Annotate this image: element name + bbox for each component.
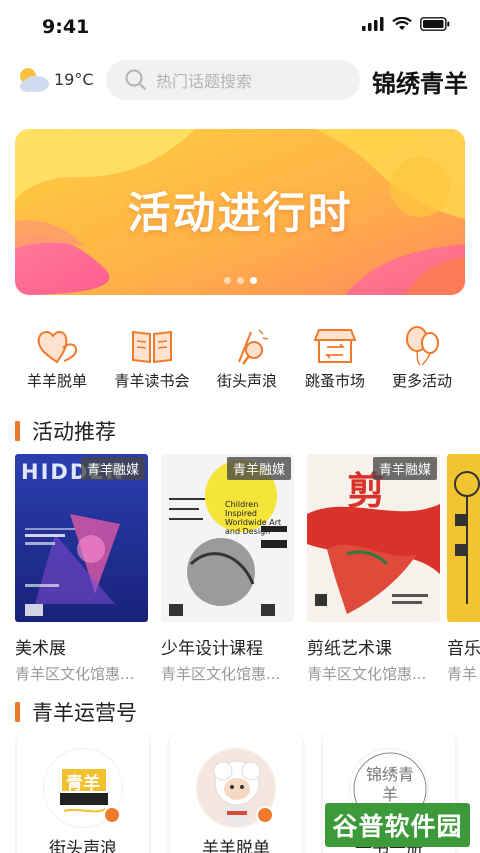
operator-name: 羊羊脱单 [202,839,270,853]
status-icons [362,17,450,31]
partly-cloudy-icon [20,68,49,92]
nav-item-dating[interactable]: 羊羊脱单 [12,326,102,391]
section-title: 活动推荐 [32,420,116,444]
activity-title: 音乐 [447,639,480,659]
banner-pagination [15,277,465,284]
source-tag: 青羊融媒 [80,457,145,480]
temperature: 19°C [54,69,94,89]
activity-title: 少年设计课程 [161,639,263,659]
pagination-dot[interactable] [223,277,231,284]
quick-nav: 羊羊脱单 青羊读书会 街头声浪 跳蚤市场 更多活动 [0,326,480,398]
activity-card[interactable]: 音乐 青羊 [447,454,480,684]
balloons-icon [406,326,439,366]
verified-badge [256,806,274,824]
nav-label: 羊羊脱单 [26,372,87,390]
activity-poster: Children Inspired Worldwide Art and Desi… [161,454,294,622]
nav-item-more[interactable]: 更多活动 [377,326,467,391]
microphone-icon [238,329,269,365]
poster-text: Children Inspired Worldwide Art and Desi… [225,500,282,536]
pagination-dot[interactable] [236,277,244,284]
avatar-text: 锦绣青羊 [365,765,414,804]
signal-icon [362,17,384,31]
avatar-text: 青羊 [66,774,100,794]
pagination-dot-active[interactable] [249,277,257,284]
activity-subtitle: 青羊区文化馆惠... [307,665,427,683]
watermark-logo: 谷普软件园 [325,803,470,847]
activity-subtitle: 青羊区文化馆惠... [161,665,281,683]
operator-name: 街头声浪 [49,839,117,853]
activity-subtitle: 青羊区文化馆惠... [15,665,135,683]
battery-icon [420,17,450,31]
status-time: 9:41 [42,16,90,38]
operator-card[interactable]: 青羊 街头声浪 [17,734,149,853]
weather-widget[interactable]: 19°C [14,64,94,94]
search-input[interactable]: 热门话题搜索 [106,60,360,100]
market-icon [313,329,357,363]
section-accent-bar [15,421,20,441]
activity-subtitle: 青羊 [447,665,478,683]
nav-item-bookclub[interactable]: 青羊读书会 [107,326,197,391]
operator-card[interactable]: 羊羊脱单 [170,734,302,853]
search-placeholder: 热门话题搜索 [156,72,253,91]
nav-item-street[interactable]: 街头声浪 [202,326,292,391]
activity-poster [447,454,480,622]
section-header-activities: 活动推荐 [15,416,116,446]
activity-poster: HIDDEN 青羊融媒 [15,454,148,622]
activity-title: 剪纸艺术课 [307,639,392,659]
section-accent-bar [15,702,20,722]
nav-label: 更多活动 [391,372,452,390]
banner-title: 活动进行时 [127,189,353,239]
activity-poster: 剪 青羊融媒 [307,454,440,622]
watermark-text: 谷普软件园 [332,812,463,841]
activity-card[interactable]: HIDDEN 青羊融媒 美术展 青羊区文化馆惠... [15,454,148,684]
source-tag: 青羊融媒 [372,457,437,480]
header: 19°C 热门话题搜索 锦绣青羊 [0,58,480,104]
poster-music [447,454,480,622]
verified-badge [103,806,121,824]
nav-label: 街头声浪 [216,372,277,390]
activity-banner[interactable]: 活动进行时 [15,129,465,295]
section-title: 青羊运营号 [32,701,137,725]
section-header-operators: 青羊运营号 [15,697,137,727]
nav-label: 跳蚤市场 [304,372,365,390]
status-bar: 9:41 [0,0,480,54]
hearts-icon [37,331,78,364]
activity-card[interactable]: Children Inspired Worldwide Art and Desi… [161,454,294,684]
brand-logo: 锦绣青羊 [372,69,468,98]
wifi-icon [392,17,412,30]
nav-label: 青羊读书会 [114,372,190,390]
search-icon [125,69,146,90]
source-tag: 青羊融媒 [226,457,291,480]
activity-card[interactable]: 剪 青羊融媒 剪纸艺术课 青羊区文化馆惠... [307,454,440,684]
activity-title: 美术展 [15,639,66,659]
book-icon [132,330,172,364]
nav-item-market[interactable]: 跳蚤市场 [290,326,380,391]
activity-carousel[interactable]: HIDDEN 青羊融媒 美术展 青羊区文化馆惠... Children Insp… [15,454,480,684]
